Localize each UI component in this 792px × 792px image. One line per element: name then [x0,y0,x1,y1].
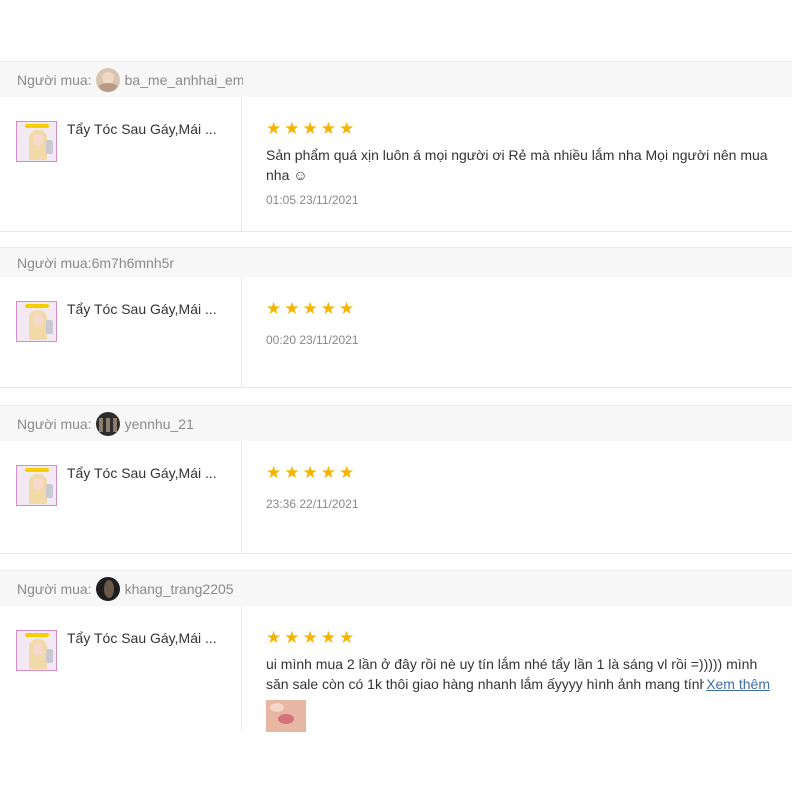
product-name[interactable]: Tẩy Tóc Sau Gáy,Mái ... [67,121,219,137]
star-icon: ★ [266,628,282,647]
buyer-bar: Người mua: khang_trang2205 [0,570,792,606]
buyer-username[interactable]: khang_trang2205 [125,581,234,597]
rating-stars: ★ ★ ★ ★ ★ [266,628,355,647]
review-content: ★ ★ ★ ★ ★ 23:36 22/11/2021 [242,441,792,553]
product-info[interactable]: Tẩy Tóc Sau Gáy,Mái ... [0,97,242,231]
star-icon: ★ [339,463,355,482]
review-timestamp: 00:20 23/11/2021 [266,333,359,347]
star-icon: ★ [266,299,282,318]
buyer-label: Người mua: [17,254,92,271]
buyer-bar: Người mua: 6m7h6mnh5r [0,247,792,277]
product-thumbnail[interactable] [16,121,57,162]
star-icon: ★ [266,463,282,482]
star-icon: ★ [284,463,300,482]
star-icon: ★ [320,463,336,482]
review-content: ★ ★ ★ ★ ★ ui mình mua 2 lần ở đây rồi nè… [242,606,792,732]
product-name[interactable]: Tẩy Tóc Sau Gáy,Mái ... [67,630,219,646]
star-icon: ★ [302,628,318,647]
product-name[interactable]: Tẩy Tóc Sau Gáy,Mái ... [67,465,219,481]
buyer-bar: Người mua: ba_me_anhhai_em [0,61,792,97]
star-icon: ★ [284,119,300,138]
product-thumbnail[interactable] [16,630,57,671]
star-icon: ★ [302,463,318,482]
review-item: Người mua: 6m7h6mnh5r Tẩy Tóc Sau Gáy,Má… [0,247,792,388]
product-thumbnail[interactable] [16,301,57,342]
star-icon: ★ [320,628,336,647]
rating-stars: ★ ★ ★ ★ ★ [266,463,355,482]
review-timestamp: 01:05 23/11/2021 [266,193,359,207]
review-comment: Sản phẩm quá xịn luôn á mọi người ơi Rẻ … [266,147,768,183]
buyer-label: Người mua: [17,580,92,597]
review-photo[interactable] [266,700,306,732]
review-timestamp: 23:36 22/11/2021 [266,497,359,511]
buyer-label: Người mua: [17,415,92,432]
buyer-avatar[interactable] [95,67,120,92]
star-icon: ★ [266,119,282,138]
review-comment-text: ui mình mua 2 lần ở đây rồi nè uy tín lắ… [266,656,758,692]
review-item: Người mua: yennhu_21 Tẩy Tóc Sau Gáy,Mái… [0,405,792,554]
review-item: Người mua: ba_me_anhhai_em Tẩy Tóc Sau G… [0,61,792,232]
buyer-avatar[interactable] [95,576,120,601]
see-more-link[interactable]: Xem thêm [704,674,770,694]
product-name[interactable]: Tẩy Tóc Sau Gáy,Mái ... [67,301,219,317]
review-content: ★ ★ ★ ★ ★ Sản phẩm quá xịn luôn á mọi ng… [242,97,792,231]
star-icon: ★ [339,299,355,318]
star-icon: ★ [302,119,318,138]
review-content: ★ ★ ★ ★ ★ 00:20 23/11/2021 [242,277,792,387]
star-icon: ★ [284,299,300,318]
review-comment: ui mình mua 2 lần ở đây rồi nè uy tín lắ… [266,654,778,694]
review-item: Người mua: khang_trang2205 Tẩy Tóc Sau G… [0,570,792,732]
product-info[interactable]: Tẩy Tóc Sau Gáy,Mái ... [0,441,242,553]
buyer-username[interactable]: yennhu_21 [125,416,194,432]
product-info[interactable]: Tẩy Tóc Sau Gáy,Mái ... [0,606,242,731]
product-thumbnail[interactable] [16,465,57,506]
product-info[interactable]: Tẩy Tóc Sau Gáy,Mái ... [0,277,242,387]
star-icon: ★ [320,299,336,318]
buyer-label: Người mua: [17,71,92,88]
star-icon: ★ [320,119,336,138]
star-icon: ★ [284,628,300,647]
rating-stars: ★ ★ ★ ★ ★ [266,119,355,138]
star-icon: ★ [302,299,318,318]
rating-stars: ★ ★ ★ ★ ★ [266,299,355,318]
star-icon: ★ [339,628,355,647]
buyer-bar: Người mua: yennhu_21 [0,405,792,441]
buyer-username[interactable]: ba_me_anhhai_em [125,72,243,88]
buyer-username[interactable]: 6m7h6mnh5r [92,255,175,271]
buyer-avatar[interactable] [95,411,120,436]
star-icon: ★ [339,119,355,138]
